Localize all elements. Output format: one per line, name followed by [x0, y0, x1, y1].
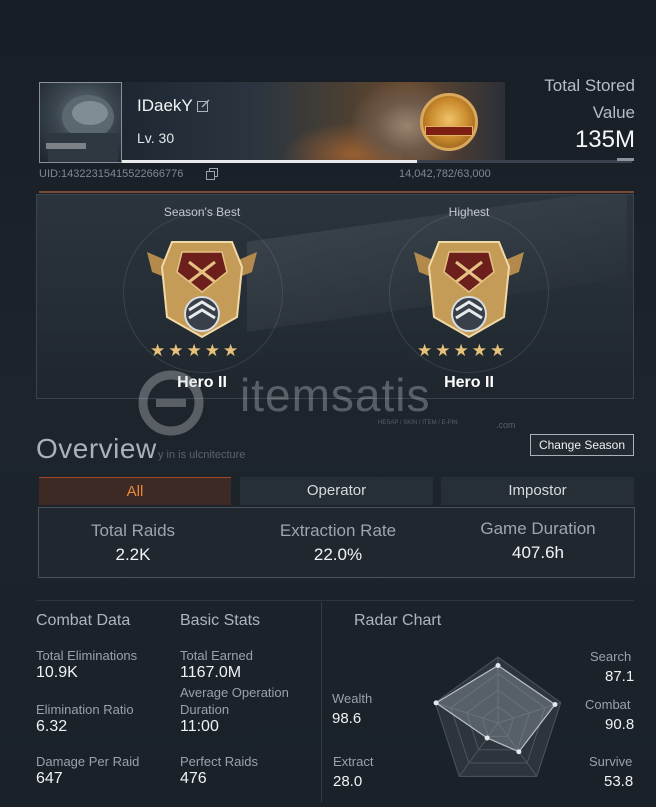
overview-title: Overview — [36, 433, 157, 464]
radar-data-point — [433, 700, 439, 706]
avg-operation-duration-label: Average Operation Duration — [180, 685, 289, 717]
radar-data-point — [552, 701, 558, 707]
watermark-brand: itemsatis — [240, 369, 431, 421]
elimination-ratio-value: 6.32 — [36, 718, 68, 735]
perfect-raids-label: Perfect Raids — [180, 754, 259, 769]
basic-stats-title: Basic Stats — [180, 612, 261, 629]
column-divider — [321, 602, 322, 802]
stored-value-underline — [617, 158, 634, 161]
avg-operation-duration-value: 11:00 — [180, 718, 219, 735]
radar-combat-label: Combat — [585, 697, 631, 712]
watermark-tagline: HESAP / SKIN / ITEM / E-PIN — [378, 420, 458, 426]
username: IDaekY — [137, 96, 193, 115]
total-raids-label: Total Raids — [90, 521, 176, 540]
radar-wealth-value: 98.6 — [332, 710, 362, 727]
radar-extract-value: 28.0 — [333, 773, 363, 790]
elimination-ratio-label: Elimination Ratio — [36, 702, 134, 717]
total-earned-label: Total Earned — [180, 648, 253, 663]
radar-extract-label: Extract — [333, 754, 374, 769]
player-uid: UID:1432231541552266​6776 — [39, 168, 184, 180]
extraction-rate-label: Extraction Rate — [279, 521, 397, 540]
total-stored-value: 135M — [574, 126, 635, 153]
perfect-raids-value: 476 — [180, 770, 207, 787]
damage-per-raid-value: 647 — [36, 770, 63, 787]
tab-impostor[interactable]: Impostor — [441, 477, 634, 505]
damage-per-raid-label: Damage Per Raid — [36, 754, 140, 769]
copy-icon[interactable] — [206, 168, 218, 180]
radar-wealth-label: Wealth — [332, 691, 373, 706]
tab-operator[interactable]: Operator — [240, 477, 433, 505]
rank-title: Highest — [448, 205, 490, 219]
edit-icon[interactable] — [197, 99, 210, 112]
radar-data-point — [516, 749, 522, 755]
rank-title: Season's Best — [163, 205, 241, 219]
radar-chart — [433, 656, 562, 777]
extraction-rate-value: 22.0% — [313, 545, 363, 564]
game-duration-label: Game Duration — [480, 519, 596, 538]
total-eliminations-value: 10.9K — [36, 664, 78, 681]
total-eliminations-label: Total Eliminations — [36, 648, 138, 663]
rank-stars-icon: ★★★★★ — [150, 341, 242, 361]
player-avatar[interactable] — [39, 82, 122, 163]
watermark-suffix: .com — [496, 420, 516, 430]
xp-counter: 14,042,782/63,000 — [399, 168, 491, 180]
radar-survive-label: Survive — [589, 754, 633, 769]
radar-data-point — [484, 735, 490, 741]
section-divider — [36, 600, 634, 601]
header-divider — [39, 191, 634, 193]
radar-search-value: 87.1 — [605, 668, 635, 685]
total-raids-value: 2.2K — [115, 545, 151, 564]
game-duration-value: 407.6h — [512, 543, 564, 562]
radar-survive-value: 53.8 — [604, 773, 634, 790]
radar-search-label: Search — [590, 649, 632, 664]
radar-combat-value: 90.8 — [605, 716, 635, 733]
overview-subtitle: y in is ulcnitecture — [158, 449, 246, 461]
rank-stars-icon: ★★★★★ — [417, 341, 509, 361]
tab-all[interactable]: All — [39, 477, 231, 505]
xp-progress-fill — [122, 160, 417, 163]
radar-data-point — [495, 663, 501, 669]
total-stored-value-label: Total Stored Value — [544, 76, 635, 122]
change-season-button[interactable]: Change Season — [530, 434, 634, 456]
total-earned-value: 1167.0M — [180, 664, 242, 681]
level-emblem-icon — [420, 93, 478, 151]
combat-data-title: Combat Data — [36, 612, 131, 629]
player-level: Lv. 30 — [137, 130, 175, 146]
radar-chart-title: Radar Chart — [354, 612, 442, 629]
